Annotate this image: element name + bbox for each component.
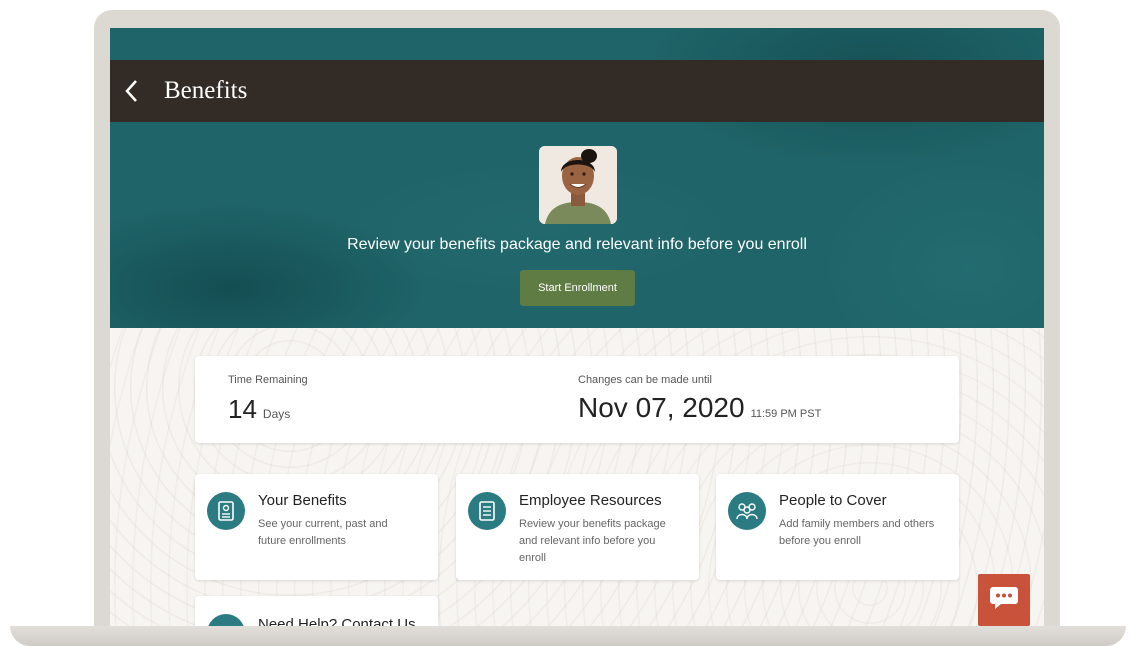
title-bar: Benefits [110,60,1044,122]
chat-button[interactable] [978,574,1030,626]
people-group-icon [728,492,766,530]
tile-people-to-cover[interactable]: People to Cover Add family members and o… [716,474,959,580]
time-remaining-card: Time Remaining 14 Days Changes can be mad… [195,356,959,443]
tile-title: People to Cover [779,492,887,509]
tile-your-benefits[interactable]: Your Benefits See your current, past and… [195,474,438,580]
tile-description: Review your benefits package and relevan… [519,518,666,564]
time-remaining-unit: Days [262,407,291,421]
time-remaining-label: Time Remaining [228,374,308,386]
deadline-time: 11:59 PM PST [750,408,822,420]
hero-banner: Benefits Review your benefits package an… [110,28,1044,328]
page-title: Benefits [164,77,248,104]
start-enrollment-button[interactable]: Start Enrollment [520,270,635,306]
tile-employee-resources[interactable]: Employee Resources Review your benefits … [456,474,699,580]
resources-list-icon [468,492,506,530]
deadline-group: Nov 07, 2020 11:59 PM PST [578,392,821,424]
tile-title: Need Help? Contact Us [258,616,416,626]
laptop-base [10,626,1126,646]
deadline-label: Changes can be made until [578,374,712,386]
tile-title: Employee Resources [519,492,662,509]
app-screen: Benefits Review your benefits package an… [110,28,1044,626]
hero-message: Review your benefits package and relevan… [347,236,807,253]
time-remaining-value-group: 14 Days [228,394,290,425]
help-icon [207,614,245,626]
time-remaining-value: 14 [228,394,257,424]
tile-description: See your current, past and future enroll… [258,518,388,547]
back-chevron-icon[interactable] [124,78,146,104]
tile-need-help[interactable]: Need Help? Contact Us [195,596,438,626]
user-avatar [539,146,617,224]
chat-bubble-icon [989,585,1019,616]
benefits-document-icon [207,492,245,530]
deadline-date: Nov 07, 2020 [578,392,745,423]
content-area: Time Remaining 14 Days Changes can be mad… [110,328,1044,626]
tile-title: Your Benefits [258,492,347,509]
tile-description: Add family members and others before you… [779,518,935,547]
